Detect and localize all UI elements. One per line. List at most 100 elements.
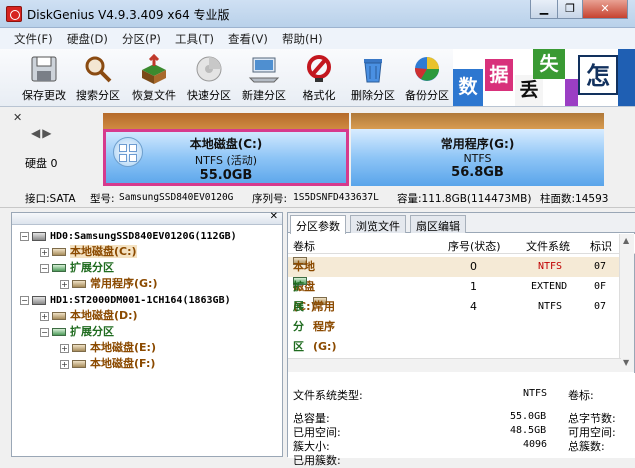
- partition-detail: 文件系统类型: NTFS 卷标: 总容量: 55.0GB 总字节数: 已用空间:…: [288, 373, 635, 467]
- table-row[interactable]: 本地磁盘(C:) 0 NTFS 07: [288, 257, 620, 313]
- close-disk-map-icon[interactable]: ✕: [13, 111, 22, 124]
- expand-icon[interactable]: +: [60, 343, 69, 353]
- new-partition-icon: [248, 57, 280, 83]
- expand-icon[interactable]: +: [60, 359, 69, 369]
- tab-sector-edit[interactable]: 扇区编辑: [410, 215, 466, 233]
- fs-type-label: 文件系统类型:: [293, 389, 363, 402]
- menu-file[interactable]: 文件(F): [14, 31, 53, 47]
- format-icon: [307, 55, 331, 82]
- format-button[interactable]: 格式化: [290, 51, 348, 103]
- tree-partition-f[interactable]: + 本地磁盘(F:): [60, 356, 155, 372]
- scroll-down-icon[interactable]: ▼: [623, 358, 629, 367]
- scroll-up-icon[interactable]: ▲: [623, 236, 629, 245]
- col-volume[interactable]: 卷标: [293, 238, 315, 254]
- total-capacity-value: 55.0GB: [510, 411, 547, 422]
- menu-help[interactable]: 帮助(H): [282, 31, 323, 47]
- disk-nav-arrows[interactable]: ◀▶: [31, 126, 53, 140]
- search-partition-button[interactable]: 搜索分区: [69, 51, 127, 103]
- magnifier-icon: [85, 56, 112, 83]
- selection-outline: [103, 129, 349, 186]
- partition-icon: [52, 248, 66, 256]
- tree-disk0[interactable]: − HD0:SamsungSSD840EV0120G(112GB): [20, 228, 237, 244]
- partition-block-g[interactable]: 常用程序(G:) NTFS 56.8GB: [351, 113, 604, 186]
- ad-tile: 怎: [578, 55, 618, 95]
- tab-strip: 分区参数 浏览文件 扇区编辑: [288, 213, 635, 234]
- delete-partition-button[interactable]: 删除分区: [344, 51, 402, 103]
- partition-name: 常用程序(G:): [440, 137, 515, 151]
- title-bar: DiskGenius V4.9.3.409 x64 专业版 ▁ ❐ ✕: [0, 0, 635, 28]
- disk-info-bar: 接口:SATA 型号: SamsungSSD840EV0120G 序列号: 1S…: [0, 187, 635, 208]
- extended-partition-icon: [52, 264, 66, 272]
- col-id[interactable]: 标识: [590, 238, 612, 254]
- quick-partition-button[interactable]: 快速分区: [180, 51, 238, 103]
- tree-partition-c[interactable]: + 本地磁盘(C:): [40, 244, 137, 260]
- tree-partition-g[interactable]: + 常用程序(G:): [60, 276, 157, 292]
- expand-icon[interactable]: +: [40, 311, 49, 321]
- tree-disk1[interactable]: − HD1:ST2000DM001-1CH164(1863GB): [20, 292, 231, 308]
- tree-partition-d[interactable]: + 本地磁盘(D:): [40, 308, 138, 324]
- menu-tools[interactable]: 工具(T): [175, 31, 214, 47]
- table-row[interactable]: 常用程序(G:) 4 NTFS 07: [288, 297, 620, 353]
- capacity-text: 容量:111.8GB(114473MB): [397, 193, 532, 205]
- partition-icon: [72, 344, 86, 352]
- menu-bar: 文件(F) 硬盘(D) 分区(P) 工具(T) 查看(V) 帮助(H): [0, 28, 635, 49]
- partition-size: 56.8GB: [451, 165, 504, 180]
- cluster-size-value: 4096: [523, 439, 548, 450]
- model-value: SamsungSSD840EV0120G: [119, 192, 234, 203]
- vertical-scrollbar[interactable]: ▲ ▼: [619, 234, 634, 372]
- tree-partition-e[interactable]: + 本地磁盘(E:): [60, 340, 156, 356]
- extended-partition-icon: [52, 328, 66, 336]
- hard-disk-icon: [32, 295, 46, 305]
- close-pane-icon[interactable]: ✕: [270, 211, 278, 222]
- hard-disk-icon: [32, 231, 46, 241]
- cylinders-text: 柱面数:14593: [540, 193, 609, 205]
- collapse-icon[interactable]: −: [40, 327, 49, 337]
- ad-tile: 数: [453, 69, 483, 106]
- tab-browse-files[interactable]: 浏览文件: [350, 215, 406, 233]
- interface-text: 接口:SATA: [25, 193, 76, 205]
- expand-icon[interactable]: +: [60, 279, 69, 289]
- expand-icon[interactable]: +: [40, 247, 49, 257]
- collapse-icon[interactable]: −: [40, 263, 49, 273]
- collapse-icon[interactable]: −: [20, 231, 29, 241]
- backup-partition-button[interactable]: 备份分区: [398, 51, 456, 103]
- menu-partition[interactable]: 分区(P): [122, 31, 161, 47]
- fs-type-value: NTFS: [523, 388, 548, 399]
- collapse-icon[interactable]: −: [20, 295, 29, 305]
- close-button[interactable]: ✕: [582, 0, 628, 19]
- new-partition-button[interactable]: 新建分区: [235, 51, 293, 103]
- recover-files-button[interactable]: 恢复文件: [125, 51, 183, 103]
- total-clusters-label: 总簇数:: [568, 440, 605, 453]
- restore-button[interactable]: ❐: [557, 0, 583, 19]
- window-title: DiskGenius V4.9.3.409 x64 专业版: [27, 8, 230, 22]
- partition-detail-pane: 分区参数 浏览文件 扇区编辑 卷标 序号(状态) 文件系统 标识 本地磁盘(C:…: [287, 212, 635, 467]
- tree-extended-1[interactable]: − 扩展分区: [40, 324, 114, 340]
- tab-partition-params[interactable]: 分区参数: [290, 215, 346, 234]
- model-label: 型号:: [90, 193, 115, 205]
- quick-partition-icon: [196, 56, 222, 82]
- save-changes-button[interactable]: 保存更改: [15, 51, 73, 103]
- toolbar: 保存更改 搜索分区 恢复文件 快速分区 新建分区 格式化 删除分区 备份分区 数…: [0, 49, 635, 107]
- col-filesystem[interactable]: 文件系统: [526, 238, 570, 254]
- col-index[interactable]: 序号(状态): [448, 238, 501, 254]
- advertisement-banner[interactable]: 数 据 丢 失 怎: [453, 49, 635, 106]
- partition-icon: [72, 280, 86, 288]
- recover-icon: [142, 54, 166, 84]
- diskgenius-app-icon: [6, 6, 22, 22]
- table-row[interactable]: −扩展分区 1 EXTEND 0F: [288, 277, 620, 353]
- used-space-value: 48.5GB: [510, 425, 547, 436]
- minimize-button[interactable]: ▁: [530, 0, 558, 19]
- partition-block-c[interactable]: 本地磁盘(C:) NTFS (活动) 55.0GB: [103, 113, 349, 186]
- menu-disk[interactable]: 硬盘(D): [67, 31, 108, 47]
- horizontal-scrollbar[interactable]: [288, 358, 621, 372]
- partition-icon: [52, 312, 66, 320]
- ad-tile: 失: [533, 49, 565, 79]
- trash-icon: [364, 59, 382, 83]
- tree-extended-0[interactable]: − 扩展分区: [40, 260, 114, 276]
- ad-decor: [618, 49, 635, 106]
- backup-pie-icon: [414, 57, 439, 81]
- menu-view[interactable]: 查看(V): [228, 31, 268, 47]
- ad-tile: 丢: [515, 75, 543, 106]
- ad-decor: [565, 79, 578, 106]
- serial-label: 序列号:: [252, 193, 288, 205]
